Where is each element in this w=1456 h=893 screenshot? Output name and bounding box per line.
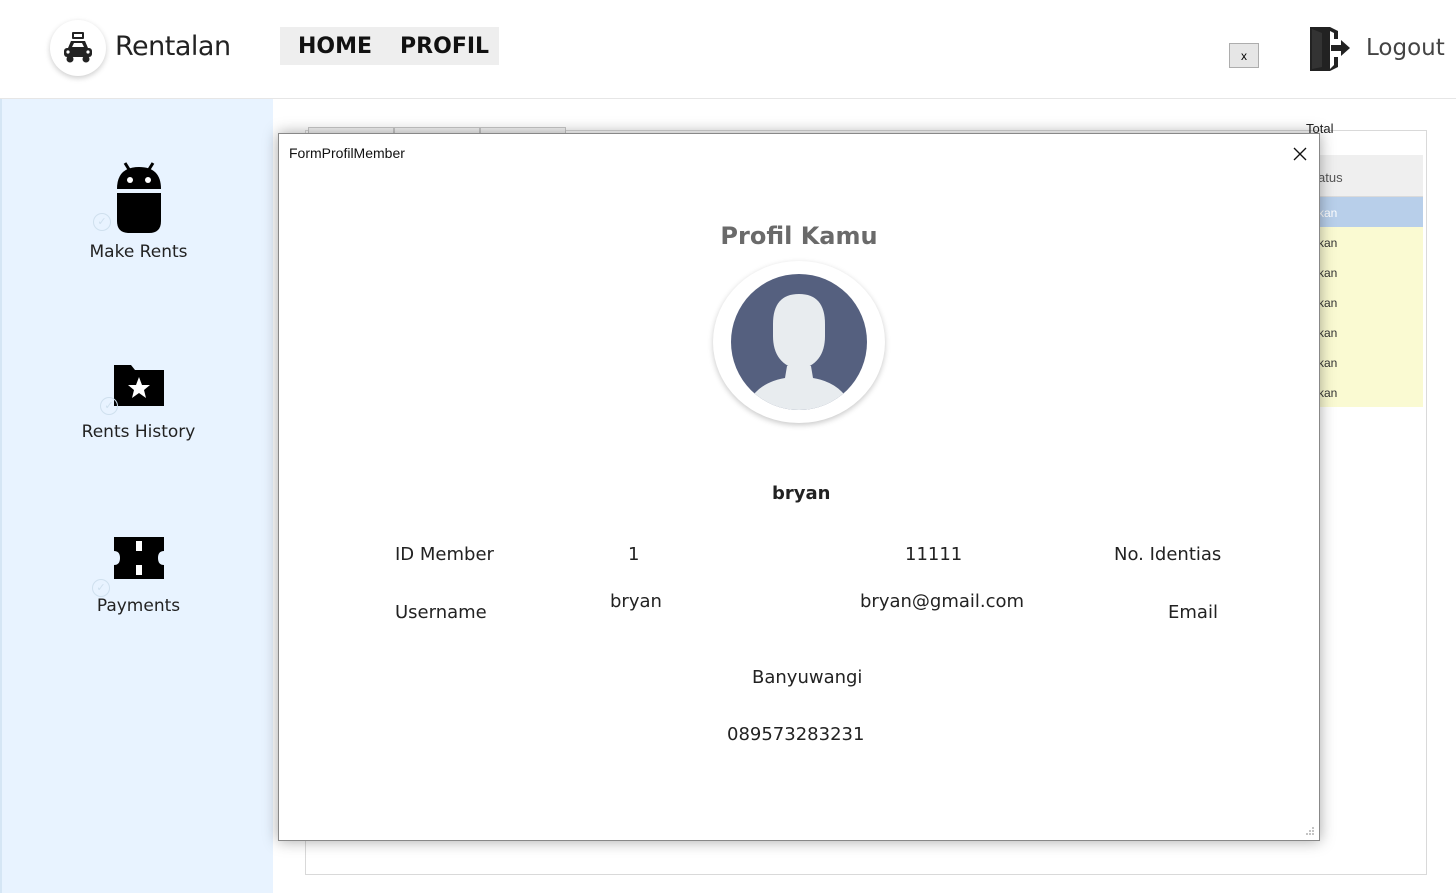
- username-label: Username: [395, 602, 487, 623]
- logout-link[interactable]: Logout: [1366, 35, 1445, 61]
- sidebar: ✓ Make Rents ✓ Rents History ✓ Payments: [0, 99, 273, 893]
- grid-row[interactable]: kan: [1305, 347, 1423, 377]
- dialog-title: FormProfilMember: [289, 145, 405, 161]
- identity-number-label: No. Identias: [1114, 544, 1222, 565]
- grid-row[interactable]: kan: [1305, 377, 1423, 407]
- star-folder-icon: [113, 365, 164, 406]
- user-avatar-icon: [731, 274, 867, 410]
- sidebar-item-payments[interactable]: ✓ Payments: [2, 535, 275, 616]
- top-header: Rentalan HOME PROFIL x Logout: [0, 0, 1456, 100]
- sidebar-item-rents-history[interactable]: ✓ Rents History: [2, 361, 275, 442]
- phone-value: 089573283231: [727, 724, 865, 745]
- nav-profil[interactable]: PROFIL: [400, 34, 489, 59]
- sidebar-item-label: Payments: [96, 596, 181, 616]
- rents-grid[interactable]: atus kan kan kan kan kan kan kan: [1305, 155, 1423, 407]
- resize-grip-icon[interactable]: [1305, 826, 1315, 836]
- grid-row[interactable]: kan: [1305, 317, 1423, 347]
- android-icon: [116, 162, 161, 233]
- profile-name: bryan: [772, 483, 831, 504]
- grid-row[interactable]: kan: [1305, 287, 1423, 317]
- close-icon: [1293, 147, 1307, 161]
- sidebar-item-label: Make Rents: [89, 242, 188, 262]
- grid-row[interactable]: kan: [1305, 197, 1423, 227]
- check-icon: ✓: [93, 213, 111, 231]
- check-icon: ✓: [100, 397, 118, 415]
- car-logo-icon: [50, 20, 106, 76]
- id-member-value: 1: [628, 544, 640, 565]
- check-icon: ✓: [92, 579, 110, 597]
- sidebar-item-make-rents[interactable]: ✓ Make Rents: [2, 161, 275, 262]
- id-member-label: ID Member: [395, 544, 494, 565]
- logout-icon[interactable]: [1306, 25, 1352, 78]
- grid-row[interactable]: kan: [1305, 257, 1423, 287]
- grid-column-header[interactable]: atus: [1305, 155, 1423, 197]
- identity-number-value: 11111: [905, 544, 963, 565]
- nav-home[interactable]: HOME: [298, 34, 372, 59]
- sidebar-item-label: Rents History: [81, 422, 196, 442]
- email-label: Email: [1168, 602, 1218, 623]
- brand-name: Rentalan: [115, 31, 231, 62]
- close-button[interactable]: x: [1229, 43, 1259, 68]
- avatar: [713, 261, 885, 423]
- profile-dialog: FormProfilMember Profil Kamu bryan ID Me…: [278, 133, 1320, 841]
- email-value: bryan@gmail.com: [860, 591, 1025, 612]
- dialog-close-button[interactable]: [1287, 142, 1313, 166]
- grid-row[interactable]: kan: [1305, 227, 1423, 257]
- top-navigation: HOME PROFIL: [280, 27, 499, 65]
- username-value: bryan: [610, 591, 662, 612]
- ticket-icon: [113, 537, 164, 579]
- address-value: Banyuwangi: [752, 667, 863, 688]
- profile-heading: Profil Kamu: [720, 222, 878, 250]
